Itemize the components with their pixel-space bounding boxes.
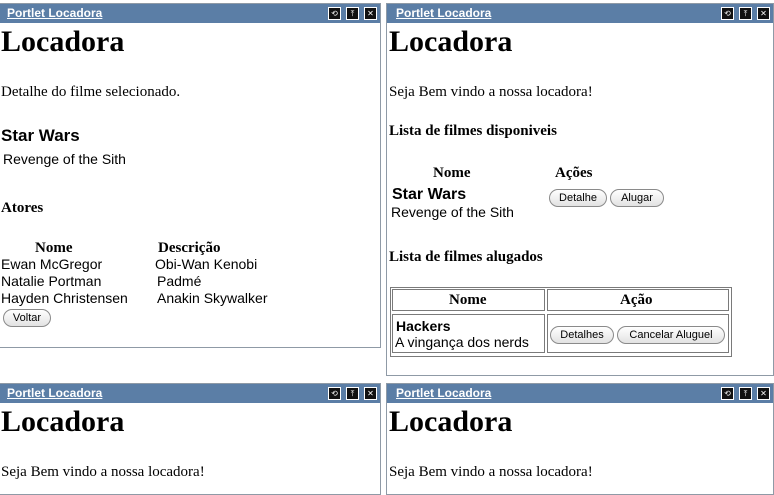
actors-heading: Atores: [1, 200, 44, 216]
back-button[interactable]: Voltar: [3, 309, 51, 327]
page-title: Locadora: [1, 405, 125, 438]
rented-col-action: Ação: [620, 292, 653, 308]
details-button[interactable]: Detalhes: [550, 326, 614, 344]
cancel-rental-button[interactable]: Cancelar Aluguel: [617, 326, 725, 344]
portlet-controls: ⟲ ⤒ ✕: [721, 387, 770, 400]
close-icon[interactable]: ✕: [757, 7, 770, 20]
portlet-titlebar: Portlet Locadora ⟲ ⤒ ✕: [387, 4, 773, 23]
rented-film-title: Hackers: [396, 318, 451, 334]
portlet-title-link[interactable]: Portlet Locadora: [7, 6, 102, 21]
intro-text: Detalhe do filme selecionado.: [1, 84, 181, 100]
page-title: Locadora: [1, 25, 125, 58]
maximize-icon[interactable]: ⤒: [739, 7, 752, 20]
detail-button[interactable]: Detalhe: [549, 189, 607, 207]
actors-col-desc: Descrição: [158, 240, 221, 256]
rent-button[interactable]: Alugar: [610, 189, 664, 207]
close-icon[interactable]: ✕: [364, 7, 377, 20]
available-col-name: Nome: [433, 165, 471, 181]
rented-heading: Lista de filmes alugados: [389, 249, 543, 265]
actor-name: Ewan McGregor: [1, 256, 103, 272]
refresh-icon[interactable]: ⟲: [721, 7, 734, 20]
available-col-actions: Ações: [555, 165, 593, 181]
portlet-controls: ⟲ ⤒ ✕: [328, 387, 377, 400]
rented-film-subtitle: A vingança dos nerds: [395, 334, 529, 350]
portlet-titlebar: Portlet Locadora ⟲ ⤒ ✕: [0, 4, 380, 23]
welcome-text: Seja Bem vindo a nossa locadora!: [1, 464, 205, 480]
available-film-title: Star Wars: [392, 186, 467, 203]
actor-desc: Anakin Skywalker: [157, 290, 268, 306]
portlet-bottom-right: Portlet Locadora ⟲ ⤒ ✕ Locadora Seja Bem…: [386, 383, 774, 495]
portlet-titlebar: Portlet Locadora ⟲ ⤒ ✕: [387, 384, 773, 403]
actor-desc: Obi-Wan Kenobi: [155, 256, 258, 272]
refresh-icon[interactable]: ⟲: [721, 387, 734, 400]
portlet-top-right: Portlet Locadora ⟲ ⤒ ✕ Locadora Seja Bem…: [386, 3, 774, 376]
page-title: Locadora: [389, 25, 513, 58]
rented-col-name: Nome: [449, 292, 487, 308]
actor-name: Natalie Portman: [1, 273, 102, 289]
close-icon[interactable]: ✕: [757, 387, 770, 400]
film-subtitle: Revenge of the Sith: [3, 151, 126, 167]
maximize-icon[interactable]: ⤒: [346, 387, 359, 400]
portlet-controls: ⟲ ⤒ ✕: [721, 7, 770, 20]
welcome-text: Seja Bem vindo a nossa locadora!: [389, 464, 593, 480]
refresh-icon[interactable]: ⟲: [328, 7, 341, 20]
actor-name: Hayden Christensen: [1, 290, 128, 306]
close-icon[interactable]: ✕: [364, 387, 377, 400]
maximize-icon[interactable]: ⤒: [739, 387, 752, 400]
available-heading: Lista de filmes disponiveis: [389, 123, 557, 139]
welcome-text: Seja Bem vindo a nossa locadora!: [389, 84, 593, 100]
film-title: Star Wars: [1, 126, 80, 145]
portlet-bottom-left: Portlet Locadora ⟲ ⤒ ✕ Locadora Seja Bem…: [0, 383, 381, 495]
portlet-top-left: Portlet Locadora ⟲ ⤒ ✕ Locadora Detalhe …: [0, 3, 381, 348]
portlet-title-link[interactable]: Portlet Locadora: [396, 386, 491, 401]
actors-col-name: Nome: [35, 240, 73, 256]
available-film-subtitle: Revenge of the Sith: [391, 204, 514, 220]
page-title: Locadora: [389, 405, 513, 438]
portlet-controls: ⟲ ⤒ ✕: [328, 7, 377, 20]
actor-desc: Padmé: [157, 273, 202, 289]
portlet-titlebar: Portlet Locadora ⟲ ⤒ ✕: [0, 384, 380, 403]
maximize-icon[interactable]: ⤒: [346, 7, 359, 20]
refresh-icon[interactable]: ⟲: [328, 387, 341, 400]
portlet-title-link[interactable]: Portlet Locadora: [7, 386, 102, 401]
portlet-title-link[interactable]: Portlet Locadora: [396, 6, 491, 21]
